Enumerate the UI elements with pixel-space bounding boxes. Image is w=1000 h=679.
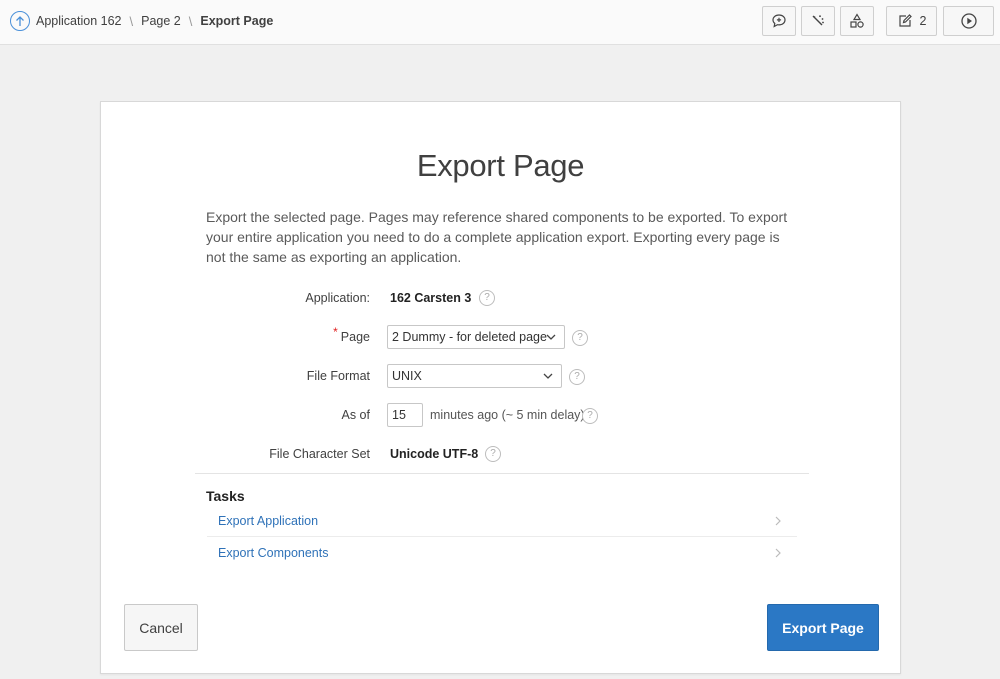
chevron-down-icon <box>546 334 556 340</box>
breadcrumb-current: Export Page <box>200 14 274 28</box>
edit-page-button[interactable]: 2 <box>886 6 937 36</box>
field-charset: File Character Set Unicode UTF-8 ? <box>101 440 900 468</box>
help-icon[interactable]: ? <box>485 446 501 462</box>
export-page-button[interactable]: Export Page <box>767 604 879 651</box>
charset-value: Unicode UTF-8 <box>390 447 479 461</box>
breadcrumb-separator: \ <box>188 13 193 29</box>
shapes-icon <box>850 13 864 28</box>
file-format-label: File Format <box>306 369 370 383</box>
speech-bubble-plus-icon <box>772 14 786 28</box>
application-value: 162 Carsten 3 <box>390 291 472 305</box>
play-circle-icon <box>960 13 977 29</box>
field-application: Application: 162 Carsten 3 ? <box>101 284 900 312</box>
chevron-down-icon <box>543 373 553 379</box>
comment-button[interactable] <box>762 6 796 36</box>
file-format-value: UNIX <box>392 369 422 383</box>
cancel-button[interactable]: Cancel <box>124 604 198 651</box>
chevron-right-icon <box>775 548 781 558</box>
required-indicator: * <box>333 325 338 339</box>
field-as-of: As of 15 minutes ago (~ 5 min delay) ? <box>101 401 900 429</box>
page-title: Export Page <box>416 148 585 183</box>
chevron-right-icon <box>775 516 781 526</box>
task-label: Export Components <box>218 546 329 560</box>
pencil-square-icon <box>898 14 912 27</box>
help-icon[interactable]: ? <box>572 330 588 346</box>
breadcrumb-application[interactable]: Application 162 <box>36 14 121 28</box>
page-label: * Page <box>333 325 370 344</box>
breadcrumb-separator: \ <box>129 13 134 29</box>
page-select[interactable]: 2 Dummy - for deleted page <box>387 325 565 349</box>
application-label: Application: <box>305 291 370 305</box>
edit-count: 2 <box>919 14 927 28</box>
task-export-application[interactable]: Export Application <box>207 505 797 537</box>
intro-text: Export the selected page. Pages may refe… <box>206 209 788 265</box>
breadcrumb: Application 162 \ Page 2 \ Export Page <box>10 10 273 32</box>
top-bar: Application 162 \ Page 2 \ Export Page 2 <box>0 0 1000 45</box>
debug-button[interactable] <box>801 6 835 36</box>
breadcrumb-page[interactable]: Page 2 <box>141 14 181 28</box>
as-of-label: As of <box>341 408 371 422</box>
task-export-components[interactable]: Export Components <box>207 537 797 569</box>
run-page-button[interactable] <box>943 6 994 36</box>
page-select-value: 2 Dummy - for deleted page <box>392 330 547 344</box>
field-file-format: File Format UNIX ? <box>101 362 900 390</box>
up-arrow-icon[interactable] <box>10 11 30 31</box>
as-of-input[interactable]: 15 <box>387 403 423 427</box>
wand-icon <box>812 15 824 26</box>
file-format-select[interactable]: UNIX <box>387 364 562 388</box>
export-page-dialog: Export Page Export the selected page. Pa… <box>100 101 901 674</box>
divider <box>195 473 809 474</box>
help-icon[interactable]: ? <box>479 290 495 306</box>
charset-label: File Character Set <box>269 447 370 461</box>
tasks-heading: Tasks <box>206 488 245 504</box>
help-icon[interactable]: ? <box>569 369 585 385</box>
help-icon[interactable]: ? <box>582 408 598 424</box>
shared-components-button[interactable] <box>840 6 874 36</box>
field-page: * Page 2 Dummy - for deleted page ? <box>101 323 900 351</box>
as-of-suffix: minutes ago (~ 5 min delay) <box>430 408 585 422</box>
task-label: Export Application <box>218 514 319 528</box>
